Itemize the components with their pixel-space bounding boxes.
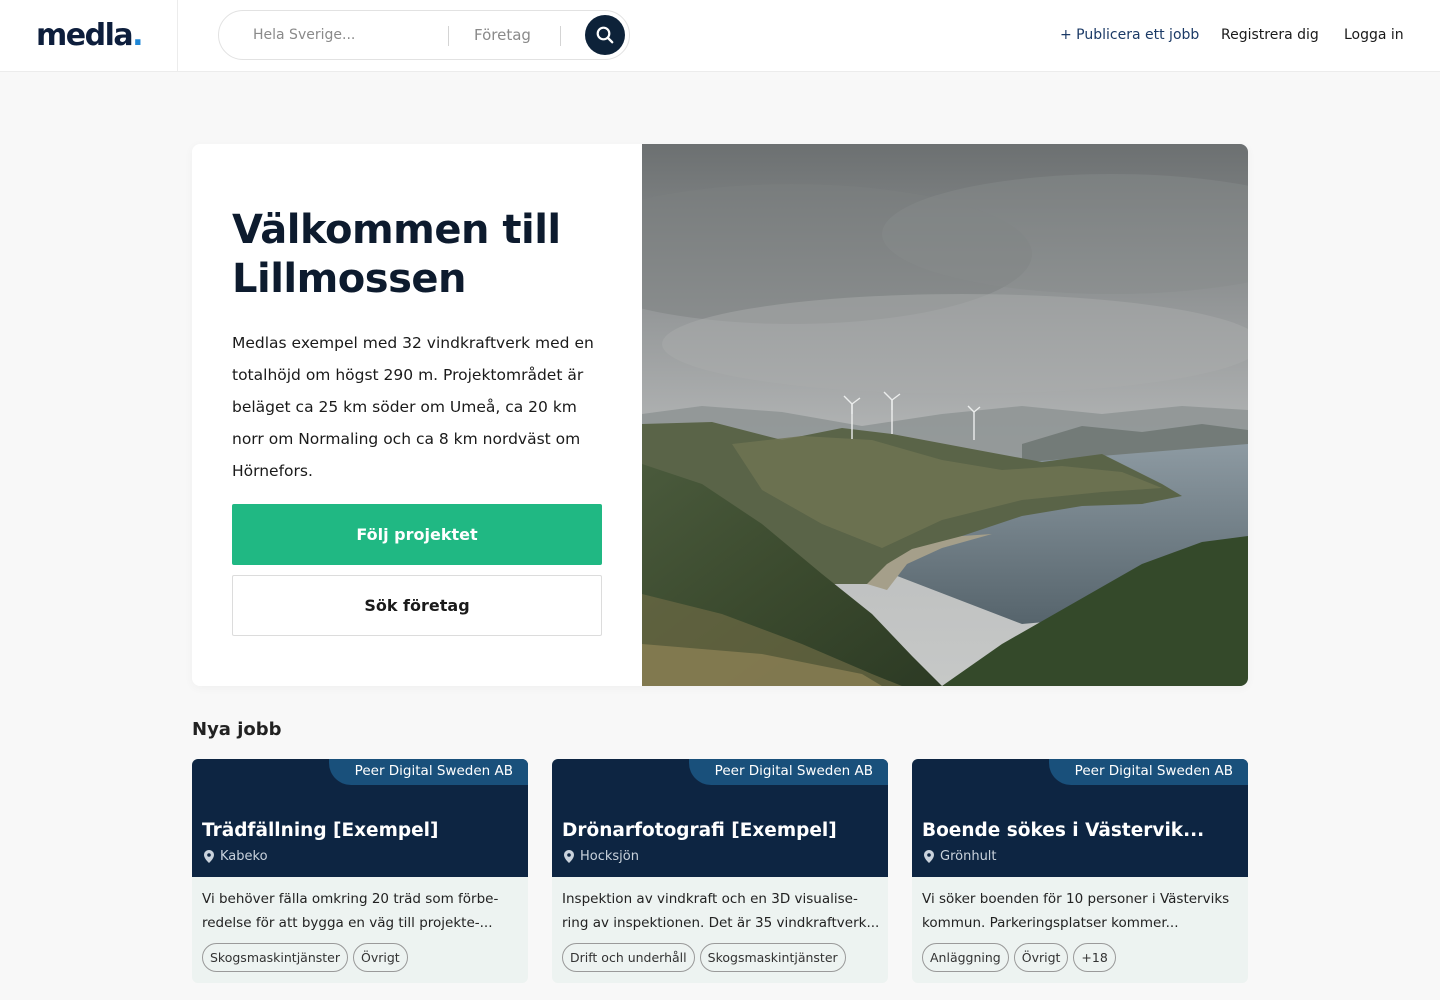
job-company-badge: Peer Digital Sweden AB: [1048, 759, 1248, 785]
location-pin-icon: [564, 850, 574, 863]
job-location: Grönhult: [924, 849, 997, 864]
job-card[interactable]: Peer Digital Sweden AB Boende sökes i Vä…: [912, 759, 1248, 983]
company-filter[interactable]: Företag: [474, 26, 531, 44]
job-title: Boende sökes i Västervik...: [922, 820, 1205, 841]
search-companies-button[interactable]: Sök företag: [232, 575, 602, 636]
search-icon: [596, 26, 614, 44]
logo-container: medla.: [0, 0, 178, 72]
location-search-input[interactable]: [253, 27, 443, 43]
project-hero-card: Välkommen till Lillmossen Medlas exempel…: [192, 144, 1248, 686]
project-title: Välkommen till Lillmossen: [232, 207, 561, 302]
job-tag[interactable]: Anläggning: [922, 943, 1009, 972]
job-company-badge: Peer Digital Sweden AB: [688, 759, 888, 785]
location-pin-icon: [204, 850, 214, 863]
search-bar: Företag: [218, 10, 630, 60]
follow-project-button[interactable]: Följ projektet: [232, 504, 602, 565]
job-card[interactable]: Peer Digital Sweden AB Trädfällning [Exe…: [192, 759, 528, 983]
job-tag-more[interactable]: +18: [1073, 943, 1116, 972]
job-tags: Drift och underhåll Skogsmaskintjänster: [562, 943, 846, 972]
job-location-text: Grönhult: [940, 849, 997, 864]
job-title: Drönarfotografi [Exempel]: [562, 820, 837, 841]
job-location-text: Kabeko: [220, 849, 268, 864]
job-description: Inspektion av vindkraft och en 3D visual…: [562, 891, 880, 931]
logo-text: medla: [36, 18, 134, 53]
register-link[interactable]: Registrera dig: [1221, 27, 1319, 43]
job-description: Vi behöver fälla omkring 20 träd som för…: [202, 891, 499, 931]
job-tag[interactable]: Övrigt: [353, 943, 408, 972]
top-header: medla. Företag + Publicera ett jobb Regi…: [0, 0, 1440, 72]
login-link[interactable]: Logga in: [1344, 27, 1404, 43]
job-card-header: Peer Digital Sweden AB Drönarfotografi […: [552, 759, 888, 877]
project-description: Medlas exempel med 32 vindkraftverk med …: [232, 334, 594, 480]
job-description: Vi söker boenden för 10 personer i Väste…: [922, 891, 1230, 931]
job-tag[interactable]: Skogsmaskintjänster: [699, 943, 846, 972]
job-tags: Skogsmaskintjänster Övrigt: [202, 943, 408, 972]
new-jobs-heading: Nya jobb: [192, 719, 282, 740]
job-location: Hocksjön: [564, 849, 639, 864]
job-title: Trädfällning [Exempel]: [202, 820, 439, 841]
job-card-header: Peer Digital Sweden AB Trädfällning [Exe…: [192, 759, 528, 877]
job-tag[interactable]: Övrigt: [1013, 943, 1069, 972]
job-tag[interactable]: Skogsmaskintjänster: [202, 943, 349, 972]
search-button[interactable]: [585, 15, 625, 55]
job-company-badge: Peer Digital Sweden AB: [328, 759, 528, 785]
job-location-text: Hocksjön: [580, 849, 639, 864]
publish-job-link[interactable]: + Publicera ett jobb: [1060, 27, 1199, 43]
landscape-image: [642, 144, 1248, 686]
job-card-header: Peer Digital Sweden AB Boende sökes i Vä…: [912, 759, 1248, 877]
logo-dot: .: [132, 18, 143, 53]
location-pin-icon: [924, 850, 934, 863]
medla-logo[interactable]: medla.: [36, 18, 144, 53]
search-divider: [448, 26, 449, 46]
job-tags: Anläggning Övrigt +18: [922, 943, 1116, 972]
job-card[interactable]: Peer Digital Sweden AB Drönarfotografi […: [552, 759, 888, 983]
search-divider: [560, 26, 561, 46]
job-location: Kabeko: [204, 849, 268, 864]
job-tag[interactable]: Drift och underhåll: [562, 943, 695, 972]
